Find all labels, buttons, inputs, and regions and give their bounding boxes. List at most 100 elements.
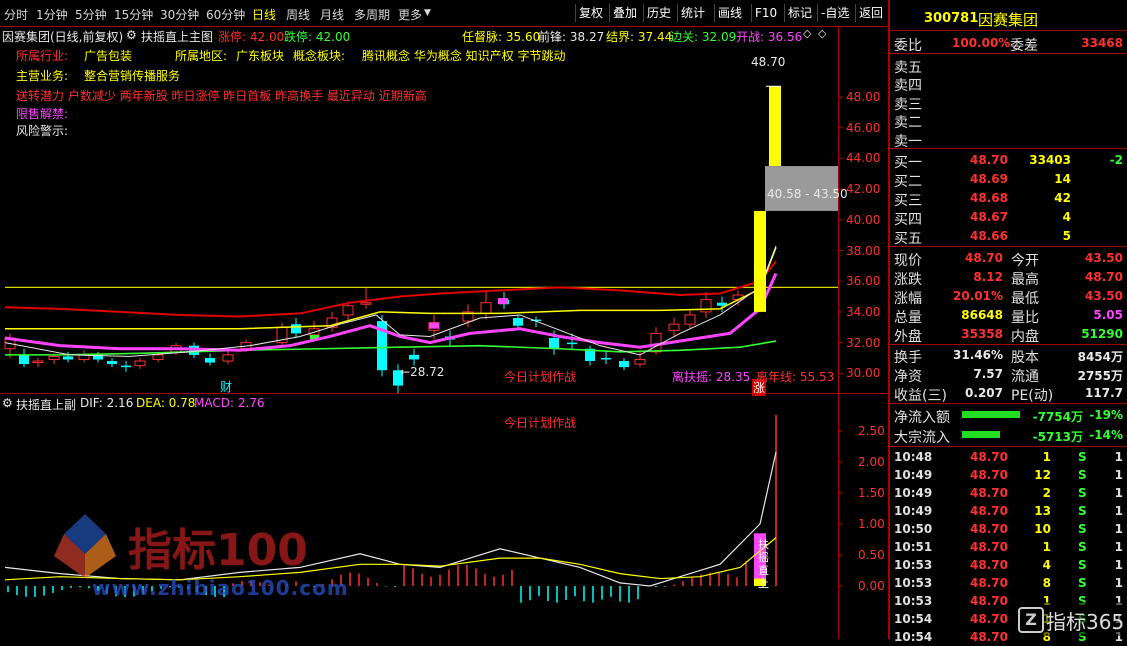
candle-body-signal: [498, 298, 508, 305]
concept-values: 腾讯概念 华为概念 知识产权 字节跳动: [362, 49, 566, 63]
period-tab-weekly[interactable]: 周线: [286, 6, 310, 23]
ask-row[interactable]: 卖二: [890, 111, 1127, 131]
price-tick-label: 44.00: [846, 151, 881, 166]
bid-row[interactable]: 买一 48.70 33403 -2: [890, 151, 1127, 171]
candle-body-down: [601, 357, 611, 360]
period-tab-more[interactable]: 更多: [398, 6, 422, 23]
more-dropdown-icon[interactable]: ▼: [424, 8, 431, 18]
tool-drawline[interactable]: 画线: [714, 4, 745, 22]
sub-formula-gear-icon[interactable]: ⚙: [2, 396, 13, 410]
signal-vertical-text: 扶摇直上: [758, 538, 769, 590]
stock-name: 因赛集团: [978, 11, 1039, 29]
ask-row[interactable]: 卖四: [890, 74, 1127, 94]
indicator-kaizhan: 开战: 36.56: [736, 30, 803, 44]
candle-body-up: [134, 360, 146, 367]
stat-label: 最低: [1011, 291, 1039, 307]
macd-tick-label: 0.00: [858, 579, 885, 593]
tool-history[interactable]: 历史: [643, 4, 674, 22]
divider: [890, 246, 1127, 247]
flow-bar: [962, 411, 1020, 418]
trade-time: 10:49: [894, 486, 933, 500]
trade-row[interactable]: 10:53 48.70 8 S 1: [890, 574, 1127, 592]
stat-value: 43.50: [1085, 289, 1123, 303]
diamond-icon[interactable]: ◇: [803, 27, 811, 40]
trade-side: S: [1078, 558, 1087, 572]
candle-body-up: [634, 358, 646, 365]
tool-stats[interactable]: 统计: [677, 4, 708, 22]
candle-body-up: [222, 354, 234, 362]
ask-row[interactable]: 卖三: [890, 93, 1127, 113]
trade-time: 10:49: [894, 468, 933, 482]
trade-side: S: [1078, 522, 1087, 536]
stat-label: 净资: [894, 369, 922, 385]
bid-row[interactable]: 买三 48.68 42: [890, 189, 1127, 209]
trade-row[interactable]: 10:53 48.70 4 S 1: [890, 556, 1127, 574]
bid-row[interactable]: 买五 48.66 5: [890, 227, 1127, 247]
period-tab-30min[interactable]: 30分钟: [160, 6, 199, 23]
expand-icon[interactable]: ◇: [818, 27, 826, 40]
indicator-bianguan: 边关: 32.09: [670, 30, 737, 44]
region-label: 所属地区:: [175, 49, 228, 63]
stock-header: 300781 因赛集团: [890, 8, 1127, 30]
period-tab-15min[interactable]: 15分钟: [114, 6, 153, 23]
weicha-value: 33468: [1081, 36, 1123, 50]
period-tab-5min[interactable]: 5分钟: [75, 6, 107, 23]
stat-value: 2755万: [1077, 369, 1123, 383]
main-formula-name[interactable]: 扶摇直上主图: [141, 28, 213, 45]
price-high-label: 48.70: [751, 55, 786, 69]
formula-gear-icon[interactable]: ⚙: [126, 28, 137, 42]
trade-price: 48.70: [970, 504, 1008, 518]
stat-row: 现价 48.70 今开 43.50: [890, 249, 1127, 269]
tool-fuquan[interactable]: 复权: [575, 4, 606, 22]
trade-row[interactable]: 10:51 48.70 1 S 1: [890, 538, 1127, 556]
tool-f10[interactable]: F10: [751, 4, 780, 22]
sub-formula-name[interactable]: 扶摇直上副: [16, 396, 76, 413]
period-tab-fenshi[interactable]: 分时: [4, 6, 28, 23]
trade-row[interactable]: 10:49 48.70 2 S 1: [890, 484, 1127, 502]
trade-row[interactable]: 10:49 48.70 13 S 1: [890, 502, 1127, 520]
bid-row[interactable]: 买四 48.67 4: [890, 208, 1127, 228]
stat-value: 48.70: [965, 251, 1003, 265]
stat-value: 117.7: [1085, 386, 1123, 400]
kline-chart-area[interactable]: 因赛集团(日线,前复权) ⚙ 扶摇直上主图 涨停: 42.00 跌停: 42.0…: [0, 26, 888, 639]
stat-value: 31.46%: [953, 348, 1003, 362]
tool-watchlist[interactable]: -自选: [817, 4, 852, 22]
candle-body-signal: [429, 322, 439, 329]
tool-mark[interactable]: 标记: [784, 4, 815, 22]
price-tick-label: 36.00: [846, 274, 881, 289]
candle-body-down: [121, 365, 131, 368]
candle-body-down: [291, 324, 301, 334]
trade-time: 10:50: [894, 522, 933, 536]
region-value: 广东板块: [236, 49, 285, 63]
ma-line-yellow: [5, 247, 777, 330]
trade-row[interactable]: 10:50 48.70 10 S 1: [890, 520, 1127, 538]
trade-price: 48.70: [970, 540, 1008, 554]
macd-tick-label: 1.50: [858, 486, 885, 500]
period-tab-monthly[interactable]: 月线: [320, 6, 344, 23]
trade-row[interactable]: 10:48 48.70 1 S 1: [890, 448, 1127, 466]
trade-side: S: [1078, 504, 1087, 518]
tool-back[interactable]: 返回: [855, 4, 886, 22]
macd-tick-label: 0.50: [858, 548, 885, 562]
period-tab-1min[interactable]: 1分钟: [36, 6, 68, 23]
period-tab-multi[interactable]: 多周期: [354, 6, 390, 23]
period-tab-60min[interactable]: 60分钟: [206, 6, 245, 23]
weibi-value: 100.00%: [952, 36, 1011, 50]
trade-volume: 4: [1042, 558, 1051, 572]
bid-row[interactable]: 买二 48.69 14: [890, 170, 1127, 190]
trade-row[interactable]: 10:49 48.70 12 S 1: [890, 466, 1127, 484]
trade-price: 48.70: [970, 468, 1008, 482]
ask-row[interactable]: 卖一: [890, 130, 1127, 150]
trade-side: S: [1078, 540, 1087, 554]
distance-label: 离扶摇: 28.35: [672, 370, 751, 384]
stat-value: 5.05: [1093, 308, 1123, 322]
candle-body-down: [567, 342, 577, 345]
period-tab-daily[interactable]: 日线: [252, 6, 276, 23]
weicha-label: 委差: [1010, 38, 1038, 54]
stat-value: 43.50: [1085, 251, 1123, 265]
stat-row: 净资 7.57 流通 2755万: [890, 365, 1127, 385]
bid-label: 买四: [894, 212, 922, 228]
ask-row[interactable]: 卖五: [890, 56, 1127, 76]
stat-label: PE(动): [1011, 388, 1054, 404]
tool-overlay[interactable]: 叠加: [609, 4, 640, 22]
